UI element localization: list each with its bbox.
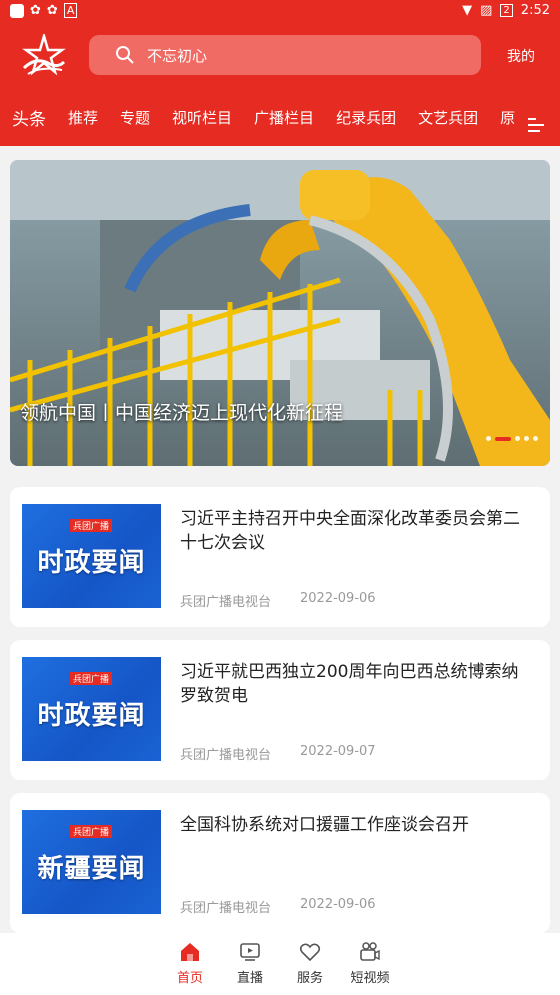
tab-recommend[interactable]: 推荐 [68,107,98,128]
news-card[interactable]: 兵团广播 时政要闻 习近平就巴西独立200周年向巴西总统博索纳罗致贺电 兵团广播… [10,640,550,780]
thumbnail-title: 新疆要闻 [37,854,146,884]
news-thumbnail: 兵团广播 新疆要闻 [22,810,161,914]
app-notification-icon: ✿ [30,3,41,18]
nav-home-label: 首页 [176,971,203,986]
heart-icon [299,943,321,962]
carousel-indicators [486,436,538,441]
video-camera-icon [360,942,380,961]
banner-title: 领航中国丨中国经济迈上现代化新征程 [20,402,344,424]
news-source: 兵团广播电视台 [180,901,272,916]
carousel-dot-active [495,436,511,441]
news-date: 2022-09-07 [300,744,376,759]
bottom-navigation: 首页 直播 服务 短视频 [0,933,560,995]
home-icon [181,943,199,961]
carousel-dot [515,436,520,441]
no-sim-icon: ▨ [480,3,493,18]
app-header: 不忘初心 我的 头条 推荐 专题 视听栏目 广播栏目 纪录兵团 文艺兵团 原 [0,24,560,146]
mine-button[interactable]: 我的 [507,46,535,66]
status-right-icons: ▼ ▨ 2 2:52 [462,3,550,18]
banner-carousel[interactable]: 领航中国丨中国经济迈上现代化新征程 [10,160,550,466]
app-logo-icon[interactable] [20,34,66,76]
thumbnail-title: 时政要闻 [37,548,146,578]
category-tabs: 头条 推荐 专题 视听栏目 广播栏目 纪录兵团 文艺兵团 原 [0,102,560,132]
news-source: 兵团广播电视台 [180,748,272,763]
thumbnail-brand: 兵团广播 [70,825,113,838]
app-notification-icon: ✿ [46,3,58,18]
nav-service[interactable]: 服务 [280,941,340,986]
thumbnail-brand: 兵团广播 [70,672,113,685]
thumbnail-brand: 兵团广播 [70,519,113,532]
news-title: 全国科协系统对口援疆工作座谈会召开 [180,815,469,835]
tab-topics[interactable]: 专题 [120,107,150,128]
battery-icon: 2 [500,4,513,17]
nav-home[interactable]: 首页 [160,941,220,986]
tab-original[interactable]: 原 [500,107,515,128]
nav-short-video[interactable]: 短视频 [340,941,400,986]
news-source: 兵团广播电视台 [180,595,272,610]
search-placeholder: 不忘初心 [147,46,208,65]
wifi-icon: ▼ [462,3,473,18]
news-thumbnail: 兵团广播 时政要闻 [22,504,161,608]
thumbnail-title: 时政要闻 [37,701,146,731]
carousel-dot [524,436,529,441]
a-notification-icon: A [63,3,78,18]
search-bar[interactable]: 不忘初心 [89,35,481,75]
live-tv-icon [240,943,260,961]
carousel-dot [533,436,538,441]
news-card[interactable]: 兵团广播 新疆要闻 全国科协系统对口援疆工作座谈会召开 兵团广播电视台 2022… [10,793,550,933]
tab-av-programs[interactable]: 视听栏目 [172,107,232,128]
tab-menu-icon[interactable] [528,118,544,136]
carousel-dot [486,436,491,441]
news-title: 习近平就巴西独立200周年向巴西总统博索纳罗致贺电 [180,662,519,706]
news-date: 2022-09-06 [300,591,376,606]
nav-service-label: 服务 [296,971,323,986]
news-title: 习近平主持召开中央全面深化改革委员会第二十七次会议 [180,509,520,553]
notification-icon [10,3,24,18]
news-thumbnail: 兵团广播 时政要闻 [22,657,161,761]
clock: 2:52 [520,3,550,18]
nav-short-video-label: 短视频 [350,971,390,986]
news-date: 2022-09-06 [300,897,376,912]
tab-headline[interactable]: 头条 [12,105,46,130]
status-left-icons: ✿ ✿ A [10,3,78,18]
status-bar: ✿ ✿ A ▼ ▨ 2 2:52 [0,0,560,24]
tab-radio-programs[interactable]: 广播栏目 [254,107,314,128]
search-icon [116,46,134,64]
nav-live[interactable]: 直播 [220,941,280,986]
nav-live-label: 直播 [236,971,263,986]
news-card[interactable]: 兵团广播 时政要闻 习近平主持召开中央全面深化改革委员会第二十七次会议 兵团广播… [10,487,550,627]
tab-arts[interactable]: 文艺兵团 [418,107,478,128]
tab-documentary[interactable]: 纪录兵团 [336,107,396,128]
